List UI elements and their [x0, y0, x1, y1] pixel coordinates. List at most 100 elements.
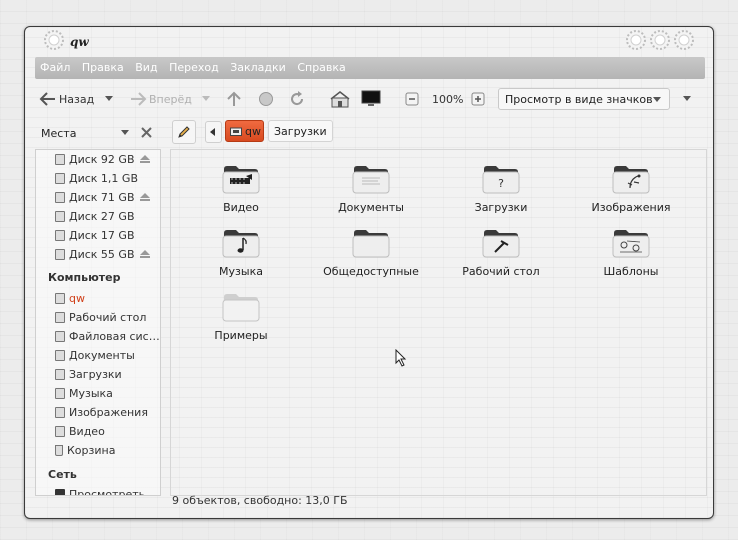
sidebar-item-home[interactable]: qw: [36, 289, 160, 308]
icon-view: Видео Документы ? Загрузки Изображения М…: [170, 149, 707, 496]
drive-icon: [55, 154, 65, 165]
sidebar-item-disk[interactable]: Диск 27 GB: [36, 207, 160, 226]
templates-folder-icon: [612, 228, 650, 258]
sidebar-header-network: Сеть: [48, 468, 77, 481]
drive-icon: [55, 331, 65, 342]
menu-edit[interactable]: Правка: [82, 57, 124, 79]
forward-history-dropdown[interactable]: [202, 85, 210, 113]
sidebar-item-label: Диск 27 GB: [69, 210, 135, 223]
video-folder-icon: [222, 164, 260, 194]
sidebar-item-filesystem[interactable]: Файловая сис…: [36, 327, 160, 346]
sidebar-item-desktop[interactable]: Рабочий стол: [36, 308, 160, 327]
file-item[interactable]: Примеры: [176, 292, 306, 342]
sidebar-mode-value: Места: [41, 126, 77, 140]
chevron-left-icon: [210, 128, 215, 136]
window-menu-icon[interactable]: [43, 29, 65, 51]
computer-button[interactable]: [361, 85, 381, 113]
file-name: Рабочий стол: [462, 265, 540, 278]
location-bar: Места qw Загрузки: [25, 119, 713, 145]
back-button[interactable]: Назад: [39, 85, 94, 113]
sidebar-item-label: Рабочий стол: [69, 311, 147, 324]
pictures-folder-icon: [55, 407, 65, 418]
file-name: Музыка: [219, 265, 263, 278]
sidebar-item-documents[interactable]: Документы: [36, 346, 160, 365]
sidebar-item-downloads[interactable]: Загрузки: [36, 365, 160, 384]
path-scroll-left-button[interactable]: [205, 121, 222, 143]
crumb-home-label: qw: [245, 124, 261, 138]
examples-folder-icon: [222, 292, 260, 322]
sidebar-item-disk[interactable]: Диск 71 GB: [36, 188, 160, 207]
menu-go[interactable]: Переход: [169, 57, 219, 79]
zoom-in-button[interactable]: [471, 85, 485, 113]
toggle-location-entry-button[interactable]: [172, 120, 196, 144]
menu-bookmarks[interactable]: Закладки: [230, 57, 286, 79]
back-history-dropdown[interactable]: [105, 85, 113, 113]
sidebar-item-label: Загрузки: [69, 368, 122, 381]
folder-icon: [55, 350, 65, 361]
sidebar-item-video[interactable]: Видео: [36, 422, 160, 441]
file-name: Общедоступные: [323, 265, 419, 278]
network-icon: [55, 489, 65, 495]
documents-folder-icon: [352, 164, 390, 194]
reload-icon: [291, 91, 304, 106]
file-item[interactable]: ? Загрузки: [436, 164, 566, 214]
chevron-down-icon: [202, 96, 210, 101]
sidebar-item-pictures[interactable]: Изображения: [36, 403, 160, 422]
zoom-level: 100%: [432, 92, 464, 106]
sidebar-item-disk[interactable]: Диск 1,1 GB: [36, 169, 160, 188]
sidebar-item-label: qw: [69, 292, 85, 305]
pencil-icon: [178, 126, 190, 138]
sidebar-item-browse-network[interactable]: Просмотреть …: [36, 485, 160, 495]
sidebar-item-label: Изображения: [69, 406, 148, 419]
toolbar-overflow-button[interactable]: [683, 85, 691, 113]
file-item[interactable]: Документы: [306, 164, 436, 214]
sidebar-item-label: Файловая сис…: [69, 330, 160, 343]
sidebar-item-label: Диск 71 GB: [69, 191, 135, 204]
sidebar-item-disk[interactable]: Диск 17 GB: [36, 226, 160, 245]
minimize-icon[interactable]: [625, 29, 647, 51]
reload-button[interactable]: [288, 85, 306, 113]
file-item[interactable]: Видео: [176, 164, 306, 214]
file-item[interactable]: Шаблоны: [566, 228, 696, 278]
close-sidebar-button[interactable]: [141, 118, 152, 146]
zoom-out-icon: [405, 92, 419, 106]
sidebar-item-music[interactable]: Музыка: [36, 384, 160, 403]
eject-icon[interactable]: [140, 193, 150, 201]
sidebar-item-disk[interactable]: Диск 92 GB: [36, 150, 160, 169]
crumb-home[interactable]: qw: [225, 120, 264, 142]
drive-icon: [55, 230, 65, 241]
downloads-folder-icon: ?: [482, 164, 520, 194]
toolbar: Назад Вперёд 100% Просмотр в виде значко…: [25, 85, 713, 113]
sidebar-item-disk[interactable]: Диск 55 GB: [36, 245, 160, 264]
forward-button[interactable]: Вперёд: [129, 85, 192, 113]
home-button[interactable]: [330, 85, 350, 113]
file-item[interactable]: Общедоступные: [306, 228, 436, 278]
desktop-folder-icon: [482, 228, 520, 258]
svg-text:?: ?: [498, 177, 504, 190]
menu-file[interactable]: Файл: [40, 57, 70, 79]
trash-icon: [55, 445, 63, 456]
file-name: Изображения: [591, 201, 671, 214]
up-button[interactable]: [225, 85, 243, 113]
file-item[interactable]: Музыка: [176, 228, 306, 278]
chevron-down-icon: [105, 96, 113, 101]
maximize-icon[interactable]: [649, 29, 671, 51]
sidebar-item-trash[interactable]: Корзина: [36, 441, 160, 460]
menu-view[interactable]: Вид: [135, 57, 157, 79]
close-icon[interactable]: [673, 29, 695, 51]
sidebar-mode-select[interactable]: Места: [35, 122, 131, 144]
music-folder-icon: [222, 228, 260, 258]
home-folder-icon: [230, 127, 242, 136]
view-mode-select[interactable]: Просмотр в виде значков: [498, 88, 670, 110]
drive-icon: [55, 192, 65, 203]
pictures-folder-icon: [612, 164, 650, 194]
file-item[interactable]: Изображения: [566, 164, 696, 214]
file-item[interactable]: Рабочий стол: [436, 228, 566, 278]
eject-icon[interactable]: [140, 250, 150, 258]
crumb-downloads[interactable]: Загрузки: [268, 120, 333, 142]
menu-help[interactable]: Справка: [297, 57, 345, 79]
forward-label: Вперёд: [149, 92, 192, 106]
stop-button[interactable]: [258, 85, 274, 113]
eject-icon[interactable]: [140, 155, 150, 163]
zoom-out-button[interactable]: [405, 85, 419, 113]
